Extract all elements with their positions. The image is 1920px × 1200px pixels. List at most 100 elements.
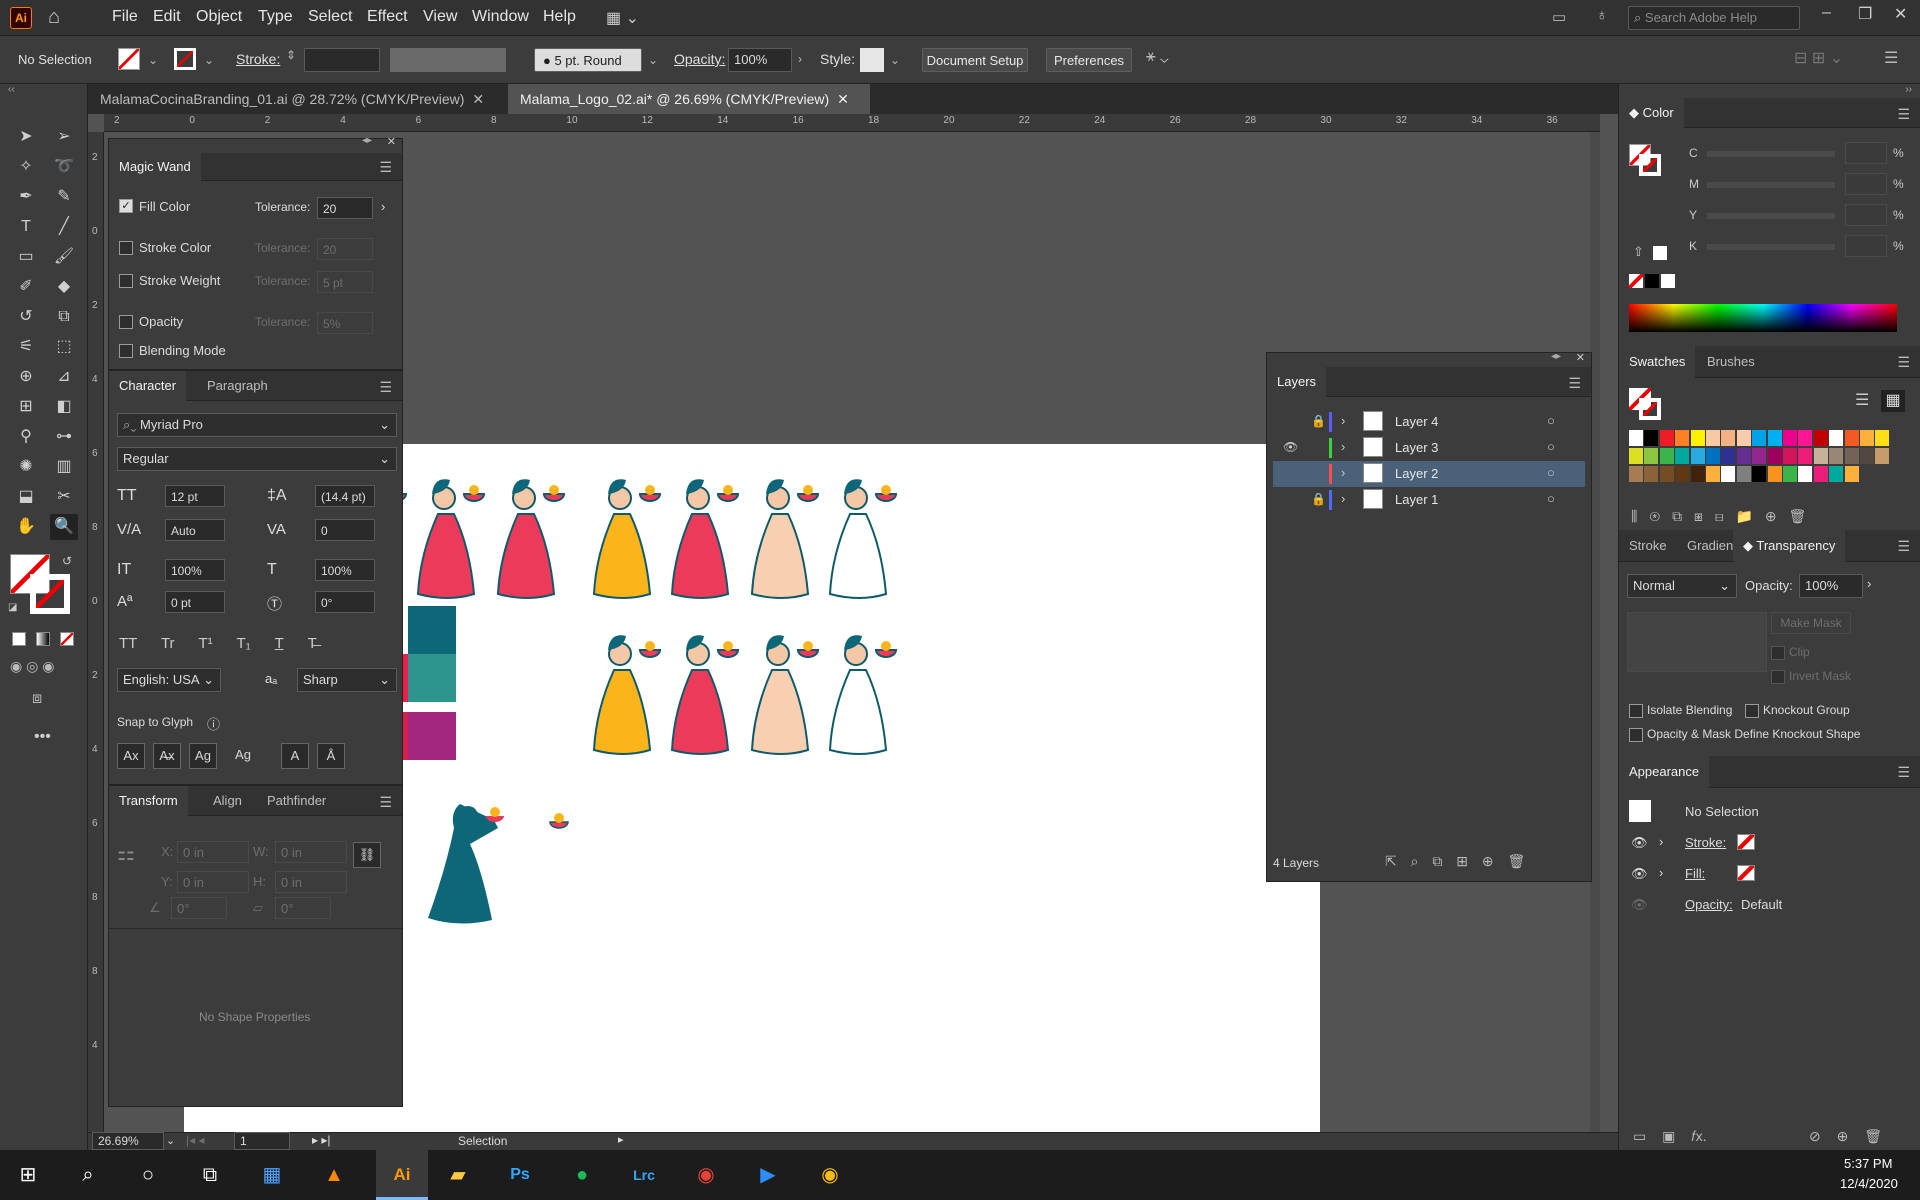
illustrator-taskbar-icon[interactable]: Ai xyxy=(376,1150,428,1200)
swatch[interactable] xyxy=(1798,448,1813,464)
eraser-tool-icon[interactable]: ◆ xyxy=(50,274,78,300)
target-icon[interactable]: ○ xyxy=(1547,413,1555,428)
document-setup-button[interactable]: Document Setup xyxy=(922,48,1028,72)
channel-slider[interactable] xyxy=(1707,182,1835,188)
opacity-input[interactable]: 100% xyxy=(728,48,792,72)
white-swatch-small[interactable] xyxy=(1661,274,1675,288)
expand-chevron-icon[interactable]: › xyxy=(1659,834,1663,849)
rectangle-tool-icon[interactable]: ▭ xyxy=(12,244,40,270)
tab-align[interactable]: Align xyxy=(203,786,252,816)
home-icon[interactable]: ⌂ xyxy=(48,6,60,29)
search-help-input[interactable]: ⌕ Search Adobe Help xyxy=(1628,6,1800,30)
swatch[interactable] xyxy=(1706,466,1720,482)
snap-proximity-icon[interactable]: Ag xyxy=(229,743,257,769)
line-tool-icon[interactable]: ╱ xyxy=(50,214,78,240)
menu-view[interactable]: View xyxy=(423,8,457,26)
stroke-none-swatch[interactable] xyxy=(1639,154,1661,176)
tab-layers[interactable]: Layers xyxy=(1267,367,1327,397)
swatch[interactable] xyxy=(1752,448,1767,464)
swatch[interactable] xyxy=(1659,466,1674,482)
dock-collapse-icon[interactable]: ›› xyxy=(1905,84,1912,95)
swatch[interactable] xyxy=(1844,430,1859,446)
zoom-tool-icon[interactable]: 🔍 xyxy=(50,514,78,540)
fill-tolerance-input[interactable]: 20 xyxy=(317,197,373,219)
swatch[interactable] xyxy=(1644,430,1659,446)
blending-mode-checkbox[interactable] xyxy=(119,344,133,358)
workspace-switcher-icon[interactable]: ▦ ⌄ xyxy=(606,8,639,28)
swap-fill-stroke-icon[interactable]: ↺ xyxy=(62,554,72,568)
toolbar-collapse-icon[interactable]: ‹‹ xyxy=(8,84,15,95)
artboard-nav-next-icon[interactable]: ▸ ▸| xyxy=(312,1133,331,1147)
align-icons[interactable]: ⊟ ⊞ ⌄ xyxy=(1794,48,1843,68)
swatch[interactable] xyxy=(1752,430,1767,446)
stroke-weight-input[interactable] xyxy=(304,48,380,72)
tab-swatches[interactable]: Swatches xyxy=(1619,346,1696,378)
draw-mode-icons[interactable]: ◉ ◎ ◉ xyxy=(10,658,54,675)
snap-angular-icon[interactable]: A xyxy=(281,743,309,769)
opacity-arrow-icon[interactable]: › xyxy=(798,52,802,66)
stroke-attribute-swatch[interactable] xyxy=(1737,834,1755,850)
swatch[interactable] xyxy=(1690,466,1705,482)
swatch[interactable] xyxy=(1659,430,1674,446)
font-size-input[interactable]: 12 pt xyxy=(165,485,225,507)
zoom-dropdown-icon[interactable]: ⌄ xyxy=(166,1134,175,1147)
gradient-tool-icon[interactable]: ◧ xyxy=(50,394,78,420)
fill-attribute-label[interactable]: Fill: xyxy=(1685,866,1705,881)
baseline-shift-input[interactable]: 0 pt xyxy=(165,591,225,613)
blend-tool-icon[interactable]: ⊶ xyxy=(50,424,78,450)
snap-glyph-bounds-icon[interactable]: Ag xyxy=(189,743,217,769)
layer-row[interactable]: 🔒 › Layer 4 ○ xyxy=(1273,409,1585,435)
menu-select[interactable]: Select xyxy=(308,8,352,26)
fill-none-swatch[interactable] xyxy=(118,48,140,70)
chrome-icon[interactable]: ◉ xyxy=(688,1158,724,1192)
variable-width-profile[interactable] xyxy=(390,48,506,72)
swatch[interactable] xyxy=(1798,466,1813,482)
swatch[interactable] xyxy=(1798,430,1813,446)
language-select[interactable]: English: USA ⌄ xyxy=(117,668,221,692)
channel-input[interactable] xyxy=(1845,142,1887,164)
knockout-group-checkbox[interactable] xyxy=(1745,704,1759,718)
channel-slider[interactable] xyxy=(1707,213,1835,219)
white-swatch[interactable] xyxy=(1653,246,1667,260)
swatch[interactable] xyxy=(1860,430,1874,446)
swatch[interactable] xyxy=(1721,430,1736,446)
menu-type[interactable]: Type xyxy=(258,8,293,26)
file-explorer-icon[interactable]: ▰ xyxy=(440,1158,476,1192)
swatch[interactable] xyxy=(1736,430,1751,446)
tab-document-2[interactable]: Malama_Logo_02.ai* @ 26.69% (CMYK/Previe… xyxy=(508,84,870,114)
panel-menu-icon[interactable]: ☰ xyxy=(1884,48,1898,68)
brush-definition-select[interactable]: ● 5 pt. Round xyxy=(534,48,642,72)
vertical-scale-input[interactable]: 100% xyxy=(165,559,225,581)
graphic-style-swatch[interactable] xyxy=(860,48,884,72)
tab-stroke[interactable]: Stroke xyxy=(1619,530,1677,562)
panel-collapse-icon[interactable]: ◂▸ xyxy=(1551,351,1561,362)
font-family-select[interactable]: ⌕⌄ Myriad Pro ⌄ xyxy=(117,413,397,437)
swatch[interactable] xyxy=(1829,448,1844,464)
calculator-icon[interactable]: ▦ xyxy=(254,1158,290,1192)
mesh-tool-icon[interactable]: ⊞ xyxy=(12,394,40,420)
zoom-level-input[interactable]: 26.69% xyxy=(92,1132,164,1150)
expand-chevron-icon[interactable]: › xyxy=(1659,865,1663,880)
panel-menu-icon[interactable]: ☰ xyxy=(1897,106,1910,123)
expand-chevron-icon[interactable]: › xyxy=(1341,465,1345,480)
artboard-tool-icon[interactable]: ⬓ xyxy=(12,484,40,510)
slice-tool-icon[interactable]: ✂ xyxy=(50,484,78,510)
appearance-actions[interactable]: ▭ ▣ 𝑓x. xyxy=(1633,1128,1706,1145)
style-dropdown-icon[interactable]: ⌄ xyxy=(890,53,900,67)
stroke-stepper-icon[interactable]: ⇕ xyxy=(286,48,296,62)
visibility-eye-icon[interactable]: 👁 xyxy=(1283,440,1298,454)
tab-magic-wand[interactable]: Magic Wand xyxy=(109,153,201,181)
free-transform-tool-icon[interactable]: ⬚ xyxy=(50,334,78,360)
constrain-proportions-icon[interactable]: ⛓ xyxy=(353,842,381,868)
menu-help[interactable]: Help xyxy=(543,8,576,26)
fill-attribute-swatch[interactable] xyxy=(1737,865,1755,881)
task-view-icon[interactable]: ⧉ xyxy=(192,1158,228,1192)
selection-tool-icon[interactable]: ➤ xyxy=(12,124,40,150)
opacity-arrow-icon[interactable]: › xyxy=(1867,576,1871,591)
curvature-tool-icon[interactable]: ✎ xyxy=(50,184,78,210)
stroke-label[interactable]: Stroke: xyxy=(236,51,280,67)
swatch[interactable] xyxy=(1813,448,1828,464)
maximize-icon[interactable]: ❐ xyxy=(1858,4,1872,24)
swatch[interactable] xyxy=(1690,448,1705,464)
visibility-eye-icon[interactable]: 👁 xyxy=(1631,897,1648,913)
